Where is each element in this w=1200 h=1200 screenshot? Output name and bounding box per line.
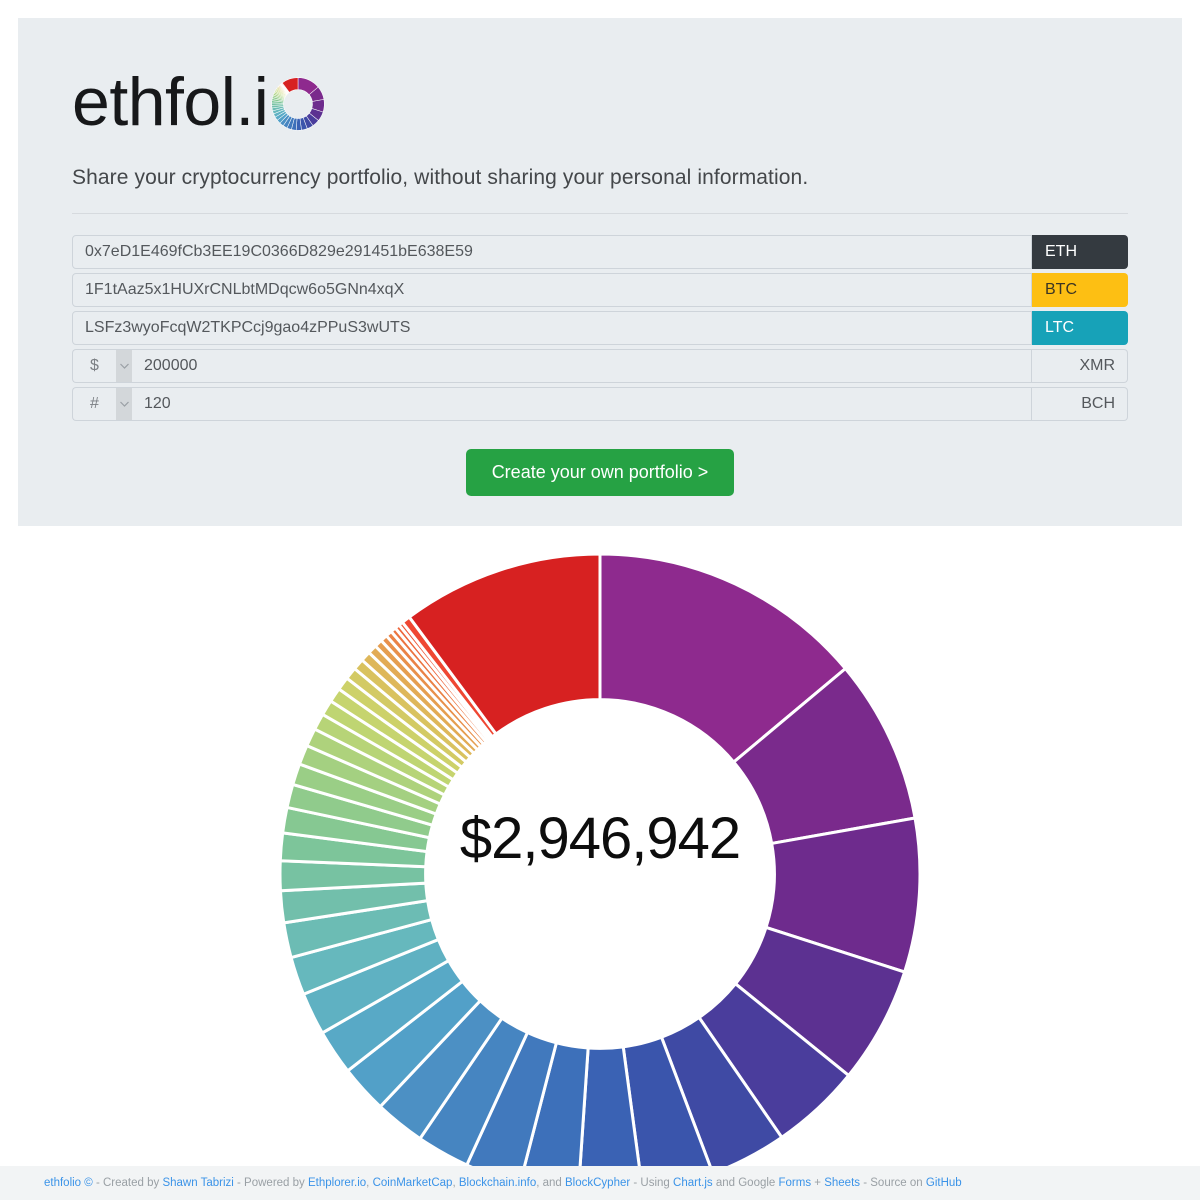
footer-link[interactable]: Shawn Tabrizi <box>162 1177 233 1189</box>
portfolio-row: 0x7eD1E469fCb3EE19C0366D829e291451bE638E… <box>72 235 1128 269</box>
donut-chart-svg[interactable] <box>0 526 1200 1166</box>
unit-select[interactable]: # <box>72 387 132 421</box>
donut-chart-icon <box>271 77 325 131</box>
footer-link[interactable]: Blockchain.info <box>459 1177 536 1189</box>
portfolio-row: 1F1tAaz5x1HUXrCNLbtMDqcw6o5GNn4xqX BTC <box>72 273 1128 307</box>
header-panel: ethfol.i Share your cryptocurrency portf… <box>18 18 1182 526</box>
footer-text: + <box>811 1177 825 1189</box>
footer-text: - Source on <box>860 1177 926 1189</box>
page-root: ethfol.i Share your cryptocurrency portf… <box>0 0 1200 1200</box>
coin-tag-btc[interactable]: BTC <box>1032 273 1128 307</box>
portfolio-input-rows: 0x7eD1E469fCb3EE19C0366D829e291451bE638E… <box>72 235 1128 421</box>
address-input[interactable]: 0x7eD1E469fCb3EE19C0366D829e291451bE638E… <box>72 235 1032 269</box>
brand: ethfol.i <box>72 58 1154 136</box>
tagline: Share your cryptocurrency portfolio, wit… <box>72 166 809 189</box>
unit-select-symbol: # <box>90 395 99 412</box>
footer-text: - Created by <box>92 1177 163 1189</box>
coin-tag-bch[interactable]: BCH <box>1032 387 1128 421</box>
amount-input[interactable]: 200000 <box>132 349 1032 383</box>
page-title: ethfol.i <box>72 64 269 140</box>
portfolio-row: $200000 XMR <box>72 349 1128 383</box>
cta-container: Create your own portfolio > <box>46 449 1154 496</box>
footer-link[interactable]: CoinMarketCap <box>373 1177 453 1189</box>
portfolio-donut-chart[interactable]: $2,946,942 <box>0 526 1200 1166</box>
unit-select-symbol: $ <box>90 357 99 374</box>
create-portfolio-button[interactable]: Create your own portfolio > <box>465 449 735 496</box>
coin-tag-ltc[interactable]: LTC <box>1032 311 1128 345</box>
footer-text: and Google <box>712 1177 779 1189</box>
footer-credits: ethfolio © - Created by Shawn Tabrizi - … <box>44 1177 962 1189</box>
footer-text: , and <box>536 1177 565 1189</box>
portfolio-row: LSFz3wyoFcqW2TKPCcj9gao4zPPuS3wUTS LTC <box>72 311 1128 345</box>
footer: ethfolio © - Created by Shawn Tabrizi - … <box>0 1166 1200 1200</box>
unit-select[interactable]: $ <box>72 349 132 383</box>
amount-input[interactable]: 120 <box>132 387 1032 421</box>
footer-link[interactable]: Forms <box>779 1177 812 1189</box>
footer-text: - Using <box>630 1177 674 1189</box>
footer-link[interactable]: Sheets <box>824 1177 860 1189</box>
header-divider <box>72 213 1128 214</box>
footer-link[interactable]: GitHub <box>926 1177 962 1189</box>
footer-link[interactable]: Chart.js <box>673 1177 713 1189</box>
coin-tag-eth[interactable]: ETH <box>1032 235 1128 269</box>
footer-link[interactable]: BlockCypher <box>565 1177 630 1189</box>
address-input[interactable]: 1F1tAaz5x1HUXrCNLbtMDqcw6o5GNn4xqX <box>72 273 1032 307</box>
coin-tag-xmr[interactable]: XMR <box>1032 349 1128 383</box>
footer-link[interactable]: Ethplorer.io <box>308 1177 366 1189</box>
chevron-down-icon[interactable] <box>116 388 132 420</box>
portfolio-row: #120 BCH <box>72 387 1128 421</box>
footer-link[interactable]: ethfolio © <box>44 1177 93 1189</box>
footer-text: - Powered by <box>233 1177 308 1189</box>
address-input[interactable]: LSFz3wyoFcqW2TKPCcj9gao4zPPuS3wUTS <box>72 311 1032 345</box>
chevron-down-icon[interactable] <box>116 350 132 382</box>
